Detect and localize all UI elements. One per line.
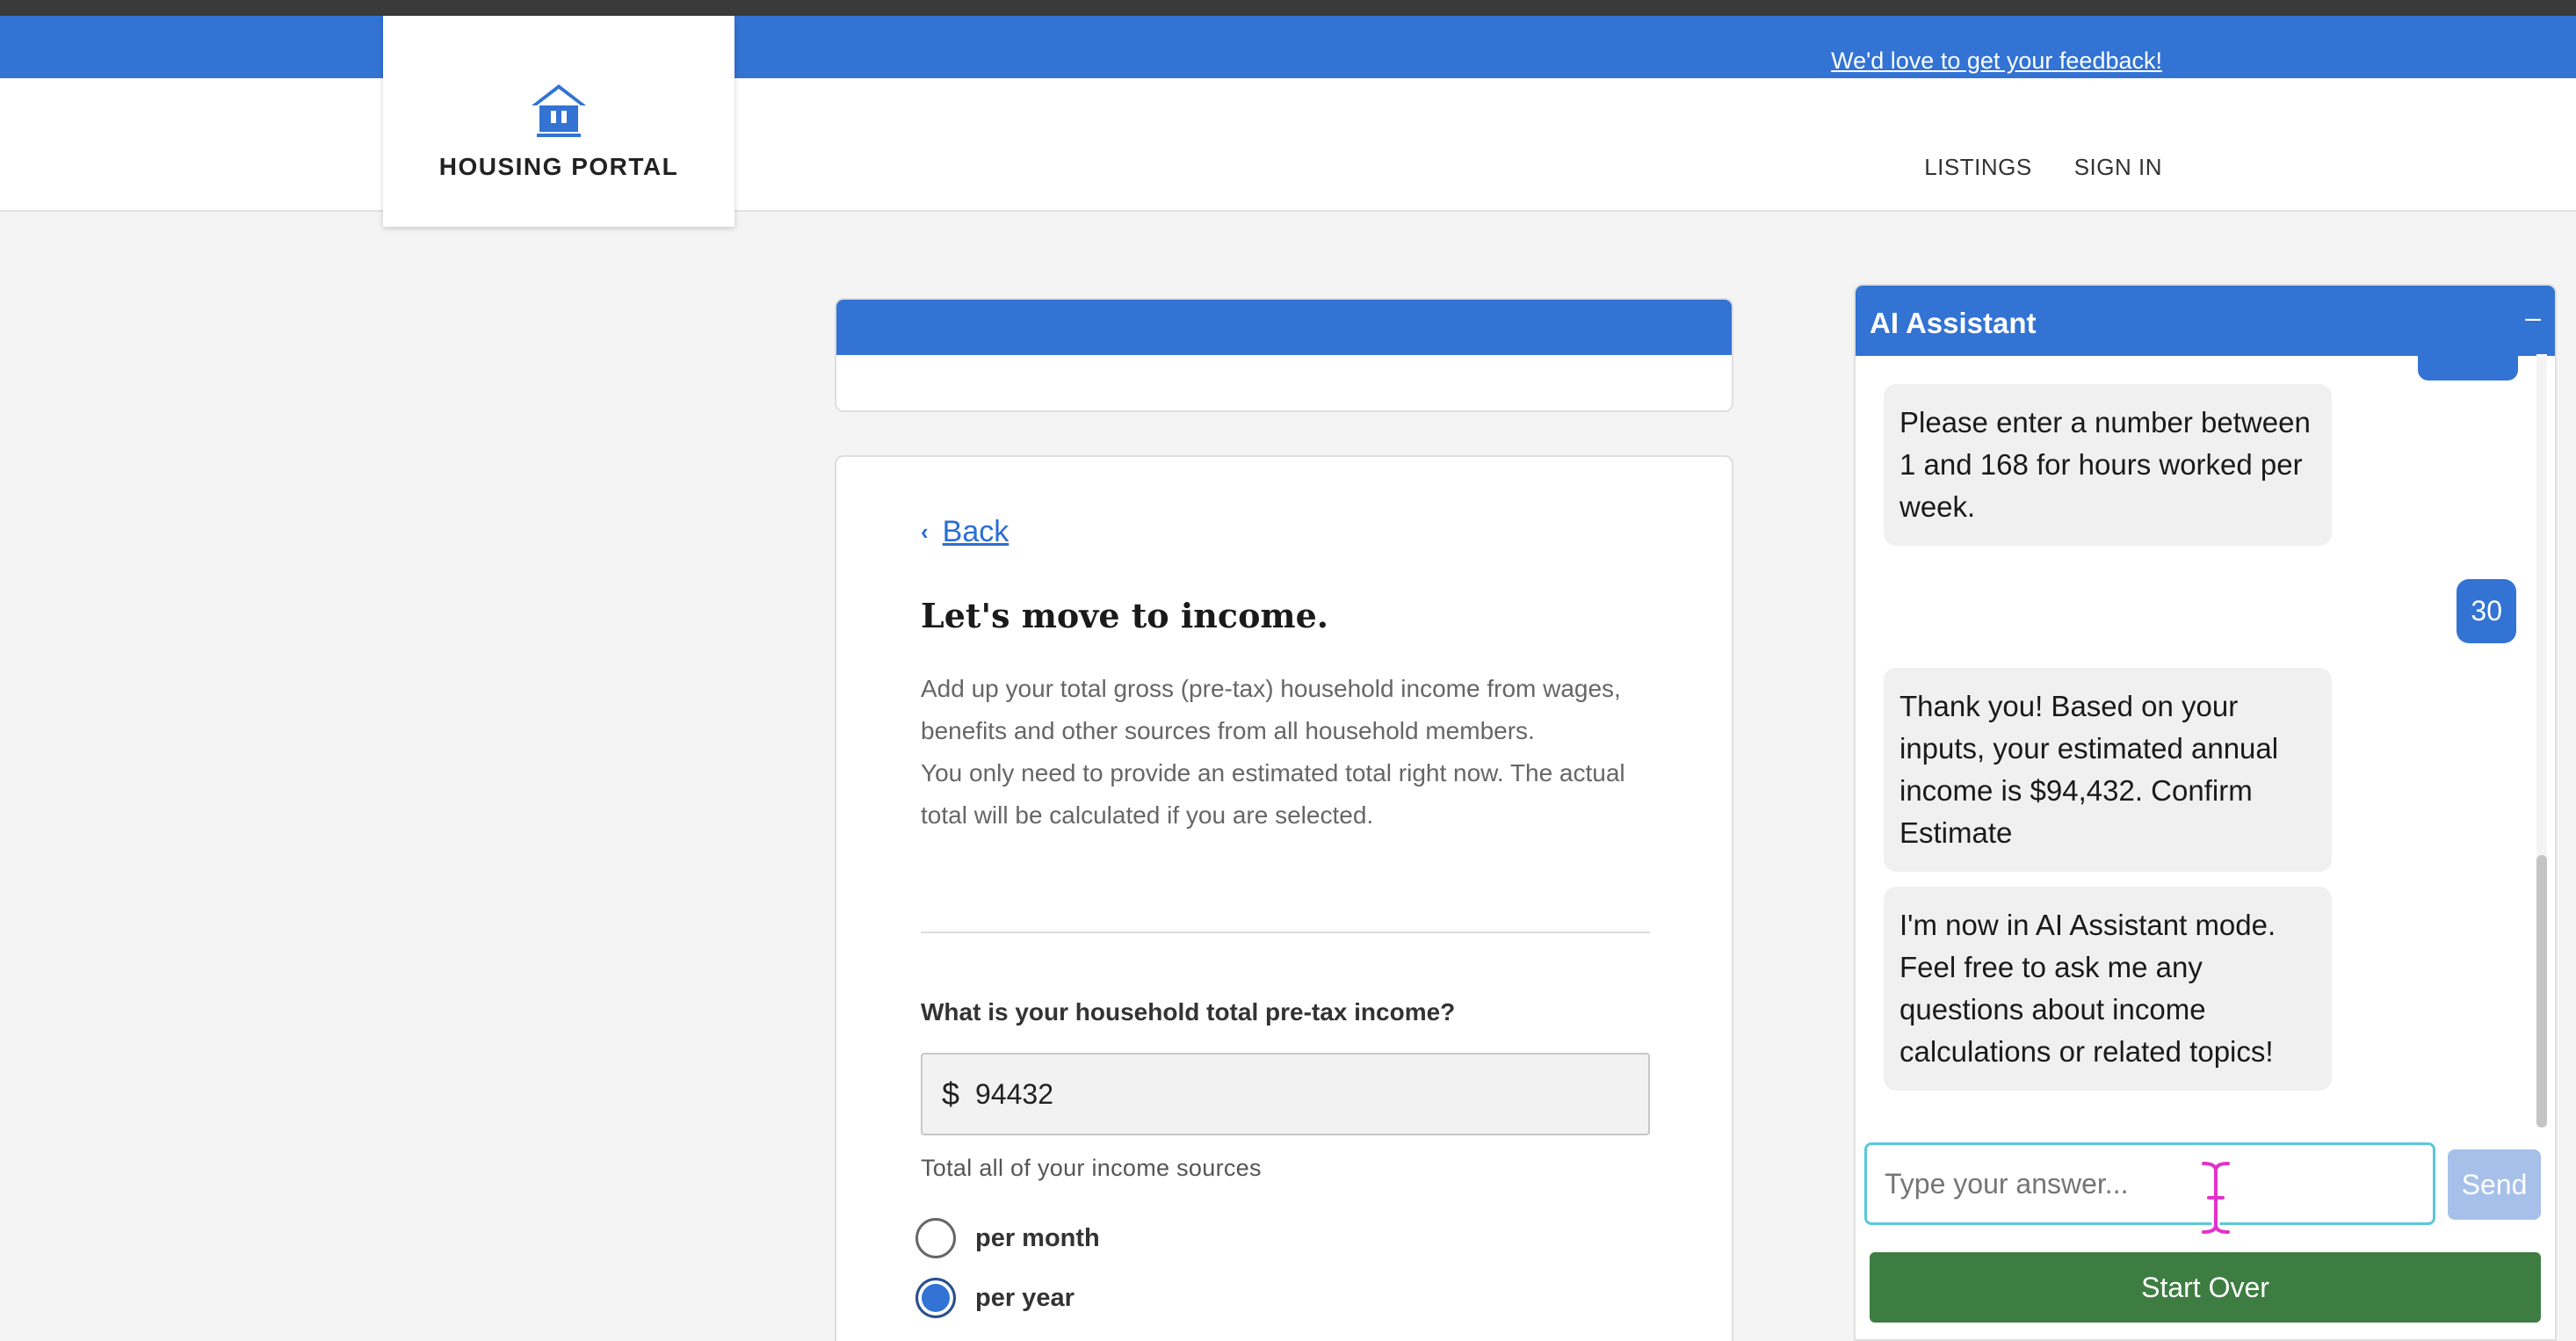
income-value: 94432	[975, 1077, 1054, 1110]
start-over-button[interactable]: Start Over	[1870, 1252, 2541, 1323]
income-question-label: What is your household total pre-tax inc…	[921, 998, 1456, 1026]
income-description: Add up your total gross (pre-tax) househ…	[921, 668, 1659, 837]
radio-button-checked[interactable]	[915, 1278, 956, 1318]
chat-header: AI Assistant –	[1856, 286, 2555, 356]
description-paragraph-2: You only need to provide an estimated to…	[921, 759, 1625, 829]
income-field[interactable]: $ 94432	[921, 1053, 1650, 1135]
nav-links: LISTINGS SIGN IN	[1924, 154, 2162, 181]
chat-messages: Please enter a number between 1 and 168 …	[1856, 356, 2544, 1129]
user-message: 30	[2457, 579, 2516, 643]
progress-bar	[836, 300, 1732, 355]
chat-answer-input[interactable]	[1864, 1142, 2435, 1225]
radio-per-year[interactable]: per year	[915, 1278, 1075, 1318]
house-icon	[532, 84, 586, 137]
dollar-sign: $	[942, 1076, 960, 1112]
nav-listings-link[interactable]: LISTINGS	[1924, 154, 2031, 181]
browser-top-strip	[0, 0, 2576, 16]
radio-per-month[interactable]: per month	[915, 1218, 1100, 1258]
text-cursor-icon	[2199, 1159, 2232, 1236]
user-message-partial	[2418, 356, 2518, 381]
assistant-message: Please enter a number between 1 and 168 …	[1884, 384, 2332, 546]
radio-button-unchecked[interactable]	[915, 1218, 956, 1258]
chat-scrollbar[interactable]	[2536, 354, 2547, 1127]
income-form-card: ‹ Back Let's move to income. Add up your…	[835, 455, 1733, 1341]
back-label: Back	[942, 515, 1009, 548]
assistant-message: Thank you! Based on your inputs, your es…	[1884, 668, 2332, 872]
income-help-text: Total all of your income sources	[921, 1155, 1262, 1181]
description-paragraph-1: Add up your total gross (pre-tax) househ…	[921, 675, 1621, 744]
radio-label-per-year: per year	[975, 1283, 1075, 1312]
radio-label-per-month: per month	[975, 1223, 1100, 1252]
logo-text: HOUSING PORTAL	[438, 153, 679, 180]
site-logo[interactable]: HOUSING PORTAL	[383, 16, 734, 227]
progress-card	[835, 298, 1733, 412]
back-link[interactable]: ‹ Back	[921, 515, 1009, 549]
nav-sign-in-link[interactable]: SIGN IN	[2074, 154, 2162, 181]
feedback-link[interactable]: We'd love to get your feedback!	[1831, 47, 2162, 75]
minimize-icon[interactable]: –	[2525, 301, 2541, 334]
send-button[interactable]: Send	[2448, 1149, 2541, 1220]
divider	[921, 931, 1650, 933]
chat-scrollbar-thumb[interactable]	[2536, 855, 2547, 1127]
assistant-message: I'm now in AI Assistant mode. Feel free …	[1884, 887, 2332, 1091]
chat-title: AI Assistant	[1870, 307, 2037, 339]
chevron-left-icon: ‹	[921, 518, 929, 545]
page-title: Let's move to income.	[921, 596, 1329, 635]
